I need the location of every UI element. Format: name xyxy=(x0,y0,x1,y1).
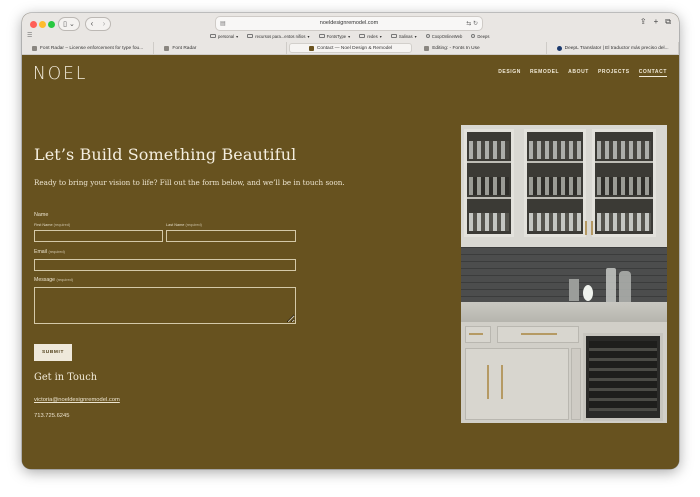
tab-font-radar[interactable]: Font Radar xyxy=(154,42,287,54)
browser-toolbar-right: ⇪ + ⧉ xyxy=(640,17,671,27)
site-logo[interactable]: NOEL xyxy=(33,64,87,85)
contact-email-link[interactable]: victoria@noeldesignremodel.com xyxy=(34,397,120,403)
bookmark-item[interactable]: redes ▾ xyxy=(359,32,382,40)
tab-label: Font Radar xyxy=(172,45,197,51)
required-tag: (required) xyxy=(48,250,65,254)
nav-contact[interactable]: CONTACT xyxy=(638,69,667,77)
new-tab-icon[interactable]: + xyxy=(654,17,659,27)
tab-font-radar-license[interactable]: Font Radar – License enforcement for typ… xyxy=(22,42,155,54)
get-in-touch-heading: Get in Touch xyxy=(34,372,98,383)
shield-icon xyxy=(32,45,37,51)
shield-icon xyxy=(164,45,170,51)
nav-about[interactable]: ABOUT xyxy=(568,69,589,77)
bookmarks-bar: personal ▾ recursos para...entos nifios … xyxy=(210,32,489,40)
translate-icon[interactable]: ⇆ ↻ xyxy=(466,20,478,27)
first-name-label: First Name (required) xyxy=(34,223,70,227)
address-url: noeldesignremodel.com xyxy=(319,20,379,26)
zoom-window-button[interactable] xyxy=(48,21,55,28)
email-label-text: Email xyxy=(34,249,47,255)
name-label: Name xyxy=(34,212,49,218)
last-name-input[interactable] xyxy=(166,230,296,242)
bookmark-label: FontsType xyxy=(326,33,347,39)
chevron-down-icon: ⌄ xyxy=(68,21,75,28)
bookmark-item[interactable]: FontsType ▾ xyxy=(318,32,350,40)
tab-label: Contact — Noel Design & Remodel xyxy=(316,45,393,51)
bookmarks-icon[interactable]: ☰ xyxy=(27,32,32,39)
bookmark-label: personal xyxy=(218,33,235,39)
last-name-label: Last Name (required) xyxy=(166,223,202,227)
tab-bar: Font Radar – License enforcement for typ… xyxy=(22,42,679,54)
last-name-label-text: Last Name xyxy=(166,223,185,227)
browser-window: ▯ ⌄ ‹ › ▤ noeldesignremodel.com ⇆ ↻ ⇪ + ⧉… xyxy=(22,13,679,469)
back-button[interactable]: ‹ xyxy=(86,18,98,30)
bookmark-item[interactable]: Salinas ▾ xyxy=(390,32,417,40)
bookmark-label: CoopOnlineWeb xyxy=(431,33,463,39)
nav-design[interactable]: DESIGN xyxy=(498,69,521,77)
nav-projects[interactable]: PROJECTS xyxy=(598,69,630,77)
page-title: Let’s Build Something Beautiful xyxy=(34,145,297,164)
submit-button[interactable]: SUBMIT xyxy=(34,344,72,361)
bookmark-label: Deeps xyxy=(477,33,490,39)
bookmark-label: recursos para...entos nifios xyxy=(255,33,306,39)
tab-overview-icon[interactable]: ⧉ xyxy=(665,17,671,27)
email-label: Email (required) xyxy=(34,249,65,255)
email-input[interactable] xyxy=(34,259,296,271)
sidebar-icon: ▯ xyxy=(63,21,67,28)
tab-label: DeepL Translator | El traductor más prec… xyxy=(564,45,669,51)
document-icon xyxy=(424,45,430,51)
history-nav: ‹ › xyxy=(85,17,111,31)
first-name-input[interactable] xyxy=(34,230,163,242)
browser-chrome: ▯ ⌄ ‹ › ▤ noeldesignremodel.com ⇆ ↻ ⇪ + ⧉… xyxy=(22,13,679,55)
bookmark-item[interactable]: CoopOnlineWeb xyxy=(425,32,463,40)
tab-label: Font Radar – License enforcement for typ… xyxy=(40,45,144,51)
address-bar[interactable]: ▤ noeldesignremodel.com ⇆ ↻ xyxy=(215,16,483,31)
required-tag: (required) xyxy=(56,278,73,282)
close-window-button[interactable] xyxy=(30,21,37,28)
bookmark-item[interactable]: personal ▾ xyxy=(210,32,238,40)
required-tag: (required) xyxy=(53,223,71,227)
contact-phone: 713.725.6245 xyxy=(34,413,70,419)
bookmark-item[interactable]: Deeps xyxy=(471,32,489,40)
folder-icon xyxy=(210,34,216,38)
nav-remodel[interactable]: REMODEL xyxy=(530,69,559,77)
bookmark-label: Salinas xyxy=(398,33,413,39)
globe-icon xyxy=(425,34,430,38)
tab-fonts-in-use[interactable]: Editing: - Fonts In Use xyxy=(414,42,547,54)
site-nav: DESIGN REMODEL ABOUT PROJECTS CONTACT xyxy=(498,69,667,77)
tab-label: Editing: - Fonts In Use xyxy=(432,45,480,51)
folder-icon xyxy=(390,34,397,38)
message-textarea[interactable] xyxy=(34,287,296,324)
sidebar-toggle-button[interactable]: ▯ ⌄ xyxy=(58,17,80,31)
intro-text: Ready to bring your vision to life? Fill… xyxy=(34,178,345,187)
message-label: Message (required) xyxy=(34,277,73,283)
deepl-icon xyxy=(471,34,476,38)
noel-favicon-icon xyxy=(308,45,314,51)
folder-icon xyxy=(247,34,254,38)
first-name-label-text: First Name xyxy=(34,223,53,227)
folder-icon xyxy=(318,34,325,38)
message-label-text: Message xyxy=(34,277,56,283)
deepl-icon xyxy=(556,45,562,51)
bookmark-label: redes xyxy=(367,33,378,39)
share-icon[interactable]: ⇪ xyxy=(640,17,647,27)
required-tag: (required) xyxy=(185,223,202,227)
tab-contact-noel[interactable]: Contact — Noel Design & Remodel xyxy=(288,43,413,53)
minimize-window-button[interactable] xyxy=(39,21,46,28)
tab-deepl[interactable]: DeepL Translator | El traductor más prec… xyxy=(547,42,679,54)
kitchen-bar-photo xyxy=(461,125,667,423)
forward-button[interactable]: › xyxy=(98,18,110,30)
bookmark-item[interactable]: recursos para...entos nifios ▾ xyxy=(247,32,310,40)
folder-icon xyxy=(359,34,366,38)
webpage: NOEL DESIGN REMODEL ABOUT PROJECTS CONTA… xyxy=(22,56,679,469)
